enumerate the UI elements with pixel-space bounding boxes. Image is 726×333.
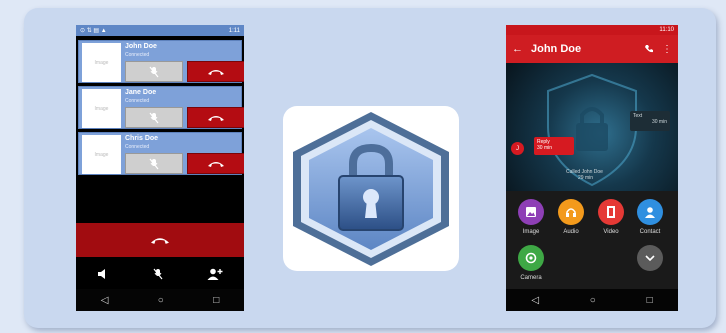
contact-icon <box>637 199 663 225</box>
contact-name: John Doe <box>531 43 582 55</box>
end-call-button[interactable] <box>187 61 244 82</box>
call-row: Image John Doe Connected <box>78 40 244 83</box>
android-nav-bar: ◁ ○ □ <box>506 289 678 311</box>
recents-icon[interactable]: □ <box>213 295 219 306</box>
caller-name: Chris Doe <box>125 135 159 142</box>
mic-off-icon <box>149 112 159 123</box>
mute-button[interactable] <box>125 61 183 82</box>
recents-icon[interactable]: □ <box>647 295 653 306</box>
chat-screen-phone: 11:10 ← John Doe ⋮ Text 30 min J Reply 3… <box>506 25 678 311</box>
attach-label: Image <box>522 229 540 235</box>
speaker-icon[interactable] <box>97 268 109 280</box>
call-row: Image Jane Doe Connected <box>78 86 244 129</box>
status-time: 1:11 <box>228 27 240 34</box>
home-icon[interactable]: ○ <box>590 295 596 306</box>
hangup-icon <box>208 69 224 75</box>
app-logo-tile <box>283 106 459 271</box>
call-screen-phone: ⊙ ⇅ ▤ ▲ 1:11 Image John Doe Connected Im… <box>76 25 244 311</box>
home-icon[interactable]: ○ <box>158 295 164 306</box>
caller-avatar: Image <box>82 43 121 82</box>
chat-background: Text 30 min J Reply 30 min Called John D… <box>506 63 678 191</box>
phone-icon[interactable] <box>644 44 654 54</box>
attach-label: Contact <box>639 229 661 235</box>
attach-video-button[interactable]: Video <box>594 199 628 235</box>
attach-image-button[interactable]: Image <box>514 199 548 235</box>
camera-icon <box>518 245 544 271</box>
overflow-menu-icon[interactable]: ⋮ <box>662 44 672 55</box>
hangup-icon <box>208 115 224 121</box>
call-toolbar <box>76 263 244 285</box>
add-person-icon[interactable] <box>207 268 223 280</box>
attach-label: Video <box>603 229 619 235</box>
sender-avatar: J <box>511 142 524 155</box>
hangup-icon <box>151 237 169 244</box>
call-status: Connected <box>125 52 150 58</box>
film-icon <box>598 199 624 225</box>
back-arrow-icon[interactable]: ← <box>512 43 523 55</box>
end-all-calls-button[interactable] <box>76 223 244 257</box>
collapse-button[interactable] <box>633 245 667 271</box>
caller-name: John Doe <box>125 43 157 50</box>
status-bar: 11:10 <box>506 25 678 35</box>
mute-button[interactable] <box>125 153 183 174</box>
attach-label: Camera <box>520 275 542 281</box>
end-call-button[interactable] <box>187 153 244 174</box>
mic-off-icon <box>149 158 159 169</box>
status-bar: ⊙ ⇅ ▤ ▲ 1:11 <box>76 25 244 36</box>
mute-button[interactable] <box>125 107 183 128</box>
headphones-icon <box>558 199 584 225</box>
mic-off-icon <box>149 66 159 77</box>
image-icon <box>518 199 544 225</box>
attach-camera-button[interactable]: Camera <box>514 245 548 281</box>
call-status: Connected <box>125 98 150 104</box>
caller-name: Jane Doe <box>125 89 157 96</box>
call-row: Image Chris Doe Connected <box>78 132 244 175</box>
call-log-time: 29 min <box>578 175 594 181</box>
attach-audio-button[interactable]: Audio <box>554 199 588 235</box>
status-time: 11:10 <box>659 27 674 33</box>
call-status: Connected <box>125 144 150 150</box>
hangup-icon <box>208 161 224 167</box>
message-time: 30 min <box>651 119 667 125</box>
end-call-button[interactable] <box>187 107 244 128</box>
attach-label: Audio <box>563 229 579 235</box>
outgoing-message[interactable]: Text 30 min <box>630 111 670 131</box>
lock-shield-icon <box>293 112 449 266</box>
caller-avatar: Image <box>82 135 121 174</box>
attachment-panel: Image Audio Video Contact Camera <box>506 191 678 289</box>
attach-contact-button[interactable]: Contact <box>633 199 667 235</box>
android-nav-bar: ◁ ○ □ <box>76 289 244 311</box>
status-icons-left: ⊙ ⇅ ▤ ▲ <box>80 28 107 34</box>
caller-avatar: Image <box>82 89 121 128</box>
mic-off-icon[interactable] <box>152 268 164 280</box>
incoming-message[interactable]: Reply 30 min <box>534 137 574 155</box>
back-icon[interactable]: ◁ <box>531 295 539 306</box>
call-log-entry: Called John Doe 29 min <box>566 169 603 181</box>
back-icon[interactable]: ◁ <box>101 295 109 306</box>
message-time: 30 min <box>537 145 553 151</box>
chat-app-bar: ← John Doe ⋮ <box>506 35 678 63</box>
chevron-down-icon <box>637 245 663 271</box>
